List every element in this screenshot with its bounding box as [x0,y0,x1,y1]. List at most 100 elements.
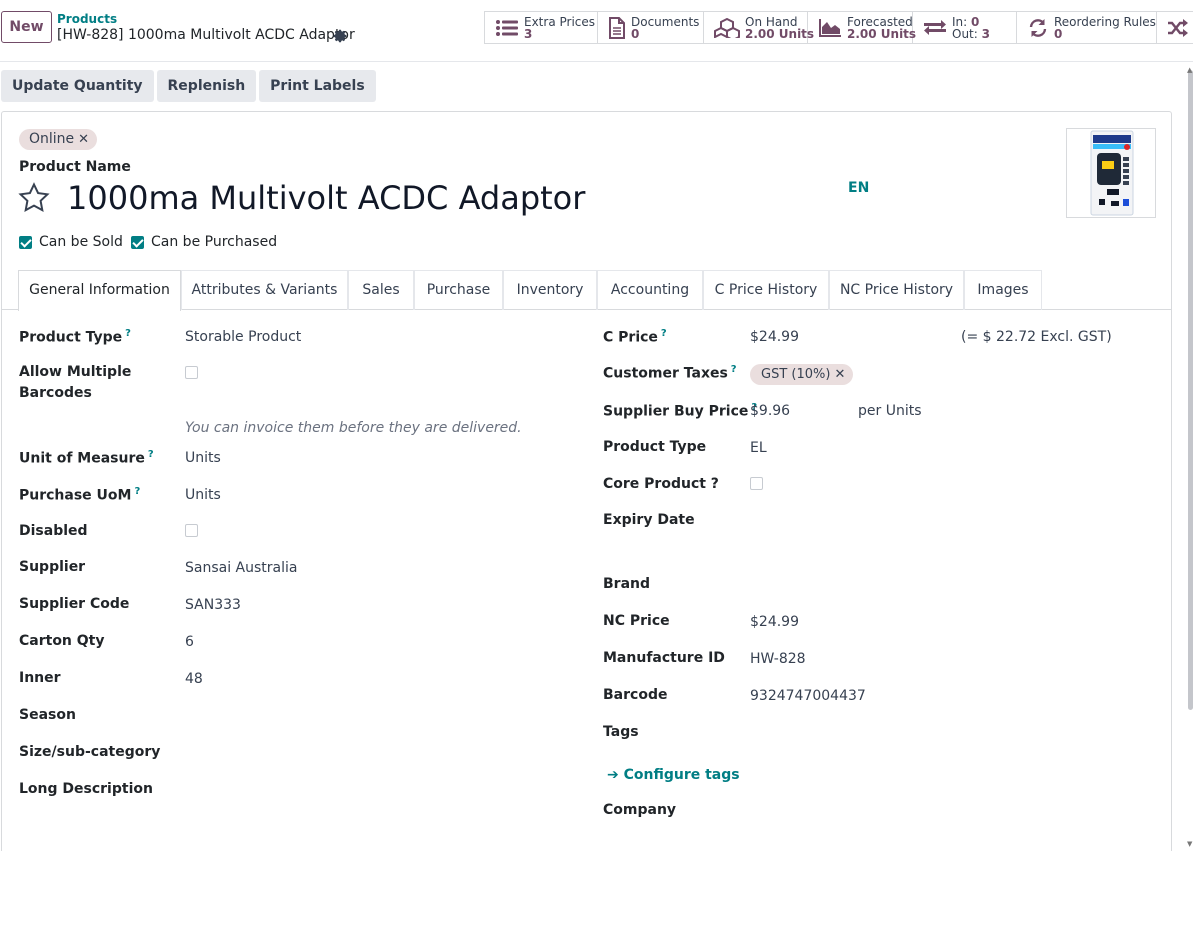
can-be-sold-checkbox[interactable] [19,236,32,249]
tab-nc-price-history[interactable]: NC Price History [829,270,964,310]
product-photo [1090,130,1134,216]
gst-tax-tag-label: GST (10%) [761,367,831,382]
unit-of-measure-field[interactable]: Units [185,450,221,466]
print-labels-button[interactable]: Print Labels [259,70,376,102]
breadcrumb-current: [HW-828] 1000ma Multivolt ACDC Adaptor [57,27,355,43]
tab-c-price-history[interactable]: C Price History [703,270,829,310]
core-product-checkbox[interactable] [750,477,763,490]
extra-prices-value: 3 [524,26,533,41]
supplier-buy-price-label: Supplier Buy Price? [603,402,758,420]
gear-icon[interactable] [332,28,348,44]
manufacture-id-label: Manufacture ID [603,650,725,666]
tab-accounting[interactable]: Accounting [597,270,703,310]
documents-value: 0 [631,26,640,41]
supplier-buy-price-field[interactable]: $9.96 [750,403,790,419]
long-description-label: Long Description [19,781,153,797]
refresh-icon [1029,18,1047,37]
invoice-policy-hint: You can invoice them before they are del… [185,420,522,436]
product-type-field[interactable]: Storable Product [185,329,301,345]
extra-prices-label: Extra Prices [524,14,596,29]
breadcrumb-parent[interactable]: Products [57,12,117,26]
configure-tags-link[interactable]: ➔ Configure tags [607,767,740,783]
list-icon [496,19,518,36]
c-price-field[interactable]: $24.99 [750,329,799,345]
gst-tax-tag[interactable]: GST (10%) ✕ [750,364,854,385]
product-image[interactable] [1066,128,1156,218]
on-hand-label: On Hand [745,14,798,29]
allow-multiple-barcodes-label-2: Barcodes [19,385,92,401]
notebook-tabs: General Information Attributes & Variant… [2,270,1171,311]
unit-of-measure-label: Unit of Measure? [19,449,154,467]
forecasted-button[interactable]: Forecasted 2.00 Units [808,12,917,43]
manufacture-id-field[interactable]: HW-828 [750,651,806,667]
scroll-down-arrow-icon[interactable]: ▼ [1187,840,1192,848]
product-type-right-field[interactable]: EL [750,440,767,456]
supplier-field[interactable]: Sansai Australia [185,560,297,576]
documents-label: Documents [631,14,700,29]
documents-button[interactable]: Documents 0 [598,12,704,43]
reordering-rules-button[interactable]: Reordering Rules 0 [1017,12,1157,43]
form-sheet: Online ✕ Product Name 1000ma Multivolt AC… [1,111,1172,851]
inner-field[interactable]: 48 [185,671,203,687]
page-scrollbar[interactable] [1188,70,1193,710]
favorite-star-icon[interactable] [18,182,50,214]
control-panel: New Products [HW-828] 1000ma Multivolt A… [0,0,1193,62]
carton-qty-label: Carton Qty [19,633,105,649]
tab-purchase[interactable]: Purchase [414,270,503,310]
can-be-purchased-checkbox[interactable] [131,236,144,249]
smart-buttons: Extra Prices 3 Documents 0 On Hand 2.00 … [484,11,1193,44]
disabled-label: Disabled [19,523,88,539]
scroll-up-arrow-icon[interactable]: ▲ [1187,66,1192,74]
on-hand-button[interactable]: On Hand 2.00 Units [704,12,814,43]
out-label: Out: [952,26,978,41]
extra-prices-button[interactable]: Extra Prices 3 [485,12,598,43]
supplier-code-label: Supplier Code [19,596,130,612]
language-button[interactable]: EN [848,180,869,196]
in-out-button[interactable]: In: 0 Out: 3 [913,12,1017,43]
can-be-sold-label: Can be Sold [39,234,123,250]
forecasted-label: Forecasted [847,14,913,29]
document-icon [609,16,625,39]
tab-inventory[interactable]: Inventory [503,270,597,310]
random-icon [1168,18,1188,37]
product-name-label: Product Name [19,159,131,175]
allow-multiple-barcodes-label: Allow Multiple [19,364,132,380]
forecasted-value: 2.00 Units [847,26,917,41]
out-value: 3 [981,26,990,41]
replenish-button[interactable]: Replenish [156,70,257,102]
purchase-uom-field[interactable]: Units [185,487,221,503]
online-tag[interactable]: Online ✕ [19,129,98,150]
disabled-checkbox[interactable] [185,524,198,537]
online-tag-label: Online [29,131,75,147]
size-sub-category-label: Size/sub-category [19,744,161,760]
tab-images[interactable]: Images [964,270,1042,310]
nc-price-field[interactable]: $24.99 [750,614,799,630]
tab-attributes-variants[interactable]: Attributes & Variants [181,270,348,310]
out-count: Out: 3 [952,28,990,40]
purchase-uom-label: Purchase UoM? [19,486,141,504]
routes-button[interactable] [1157,12,1193,43]
arrow-right-icon: ➔ [607,767,619,783]
inner-label: Inner [19,670,61,686]
tags-label: Tags [603,724,639,740]
product-name-field[interactable]: 1000ma Multivolt ACDC Adaptor [67,179,585,217]
product-type-right-label: Product Type [603,439,707,455]
c-price-label: C Price? [603,328,667,346]
supplier-buy-price-unit: per Units [858,403,922,419]
carton-qty-field[interactable]: 6 [185,634,194,650]
tab-sales[interactable]: Sales [348,270,414,310]
new-button[interactable]: New [1,11,52,43]
barcode-field[interactable]: 9324747004437 [750,688,866,704]
remove-tax-icon[interactable]: ✕ [834,367,845,382]
allow-multiple-barcodes-checkbox[interactable] [185,366,198,379]
update-quantity-button[interactable]: Update Quantity [1,70,154,102]
remove-tag-icon[interactable]: ✕ [78,132,89,147]
expiry-date-label: Expiry Date [603,512,695,528]
action-buttons: Update Quantity Replenish Print Labels [1,70,376,102]
tab-general-information[interactable]: General Information [18,270,181,311]
supplier-code-field[interactable]: SAN333 [185,597,241,613]
core-product-label: Core Product ? [603,476,719,492]
on-hand-value: 2.00 Units [745,26,815,41]
product-type-label: Product Type? [19,328,131,346]
reordering-rules-value: 0 [1054,26,1063,41]
